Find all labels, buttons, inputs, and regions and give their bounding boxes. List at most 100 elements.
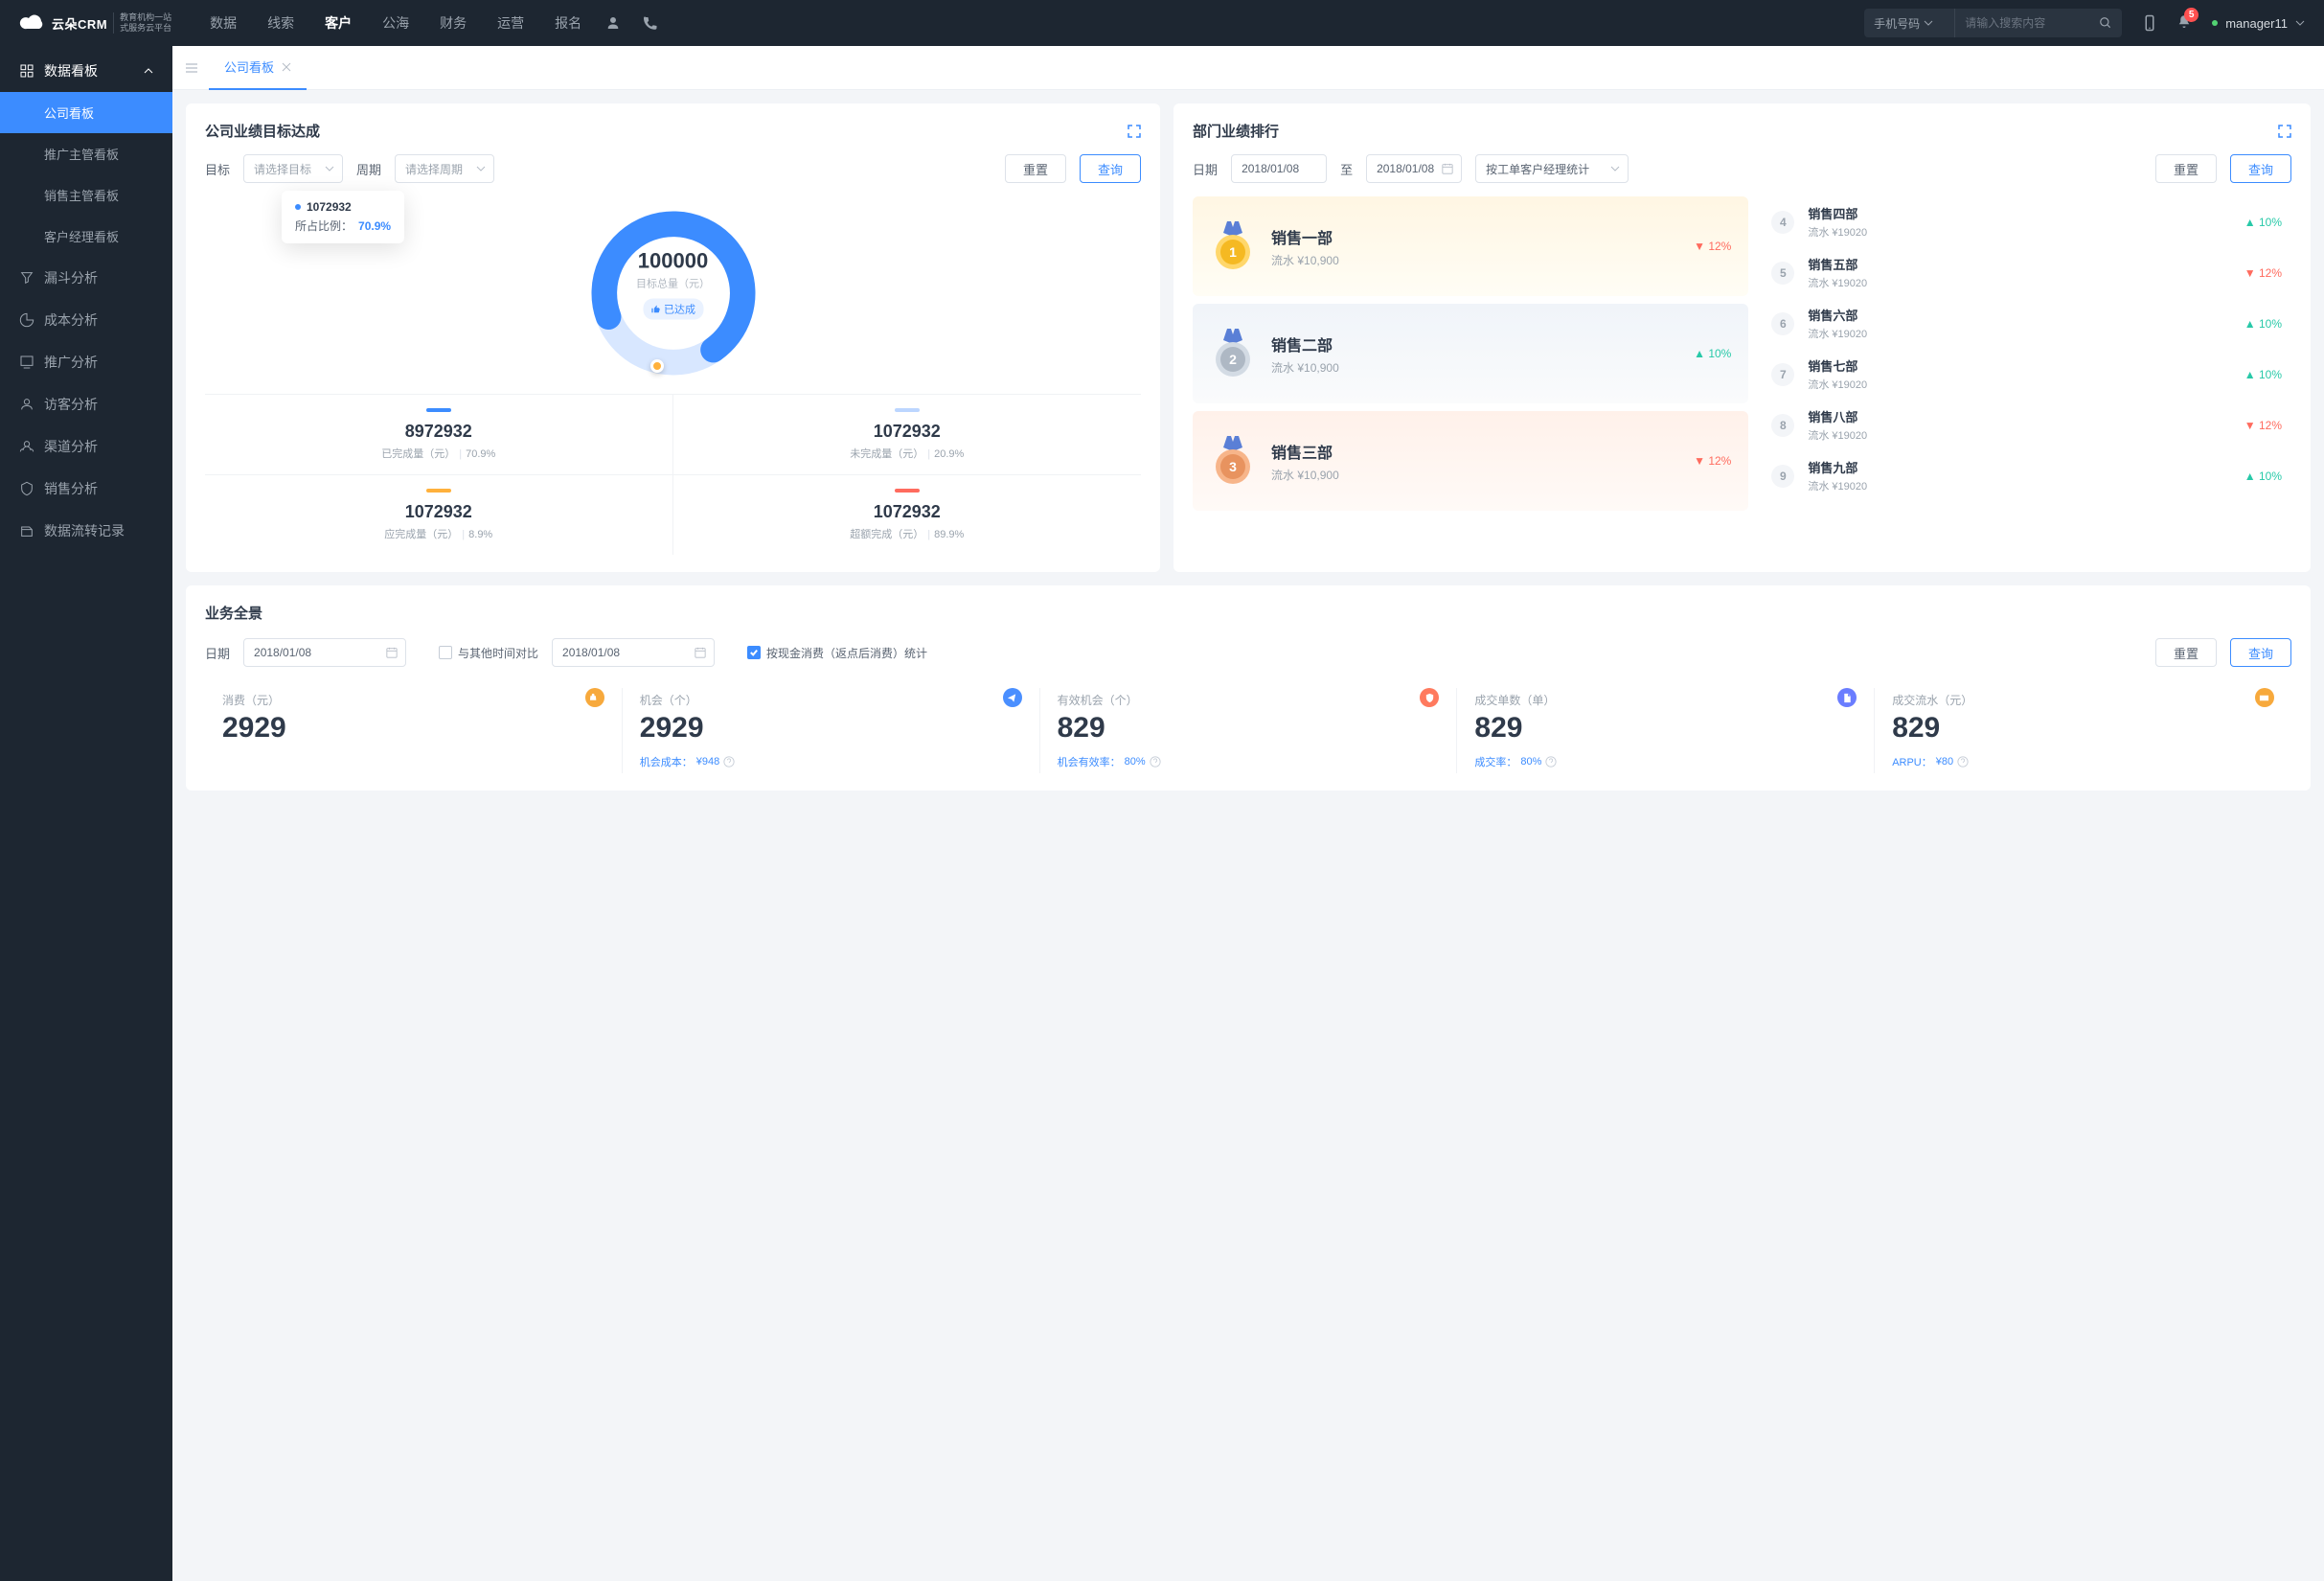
search-input[interactable] xyxy=(1955,16,2089,30)
date-to-input[interactable]: 2018/01/08 xyxy=(1366,154,1462,183)
nav-item-5[interactable]: 运营 xyxy=(497,13,524,33)
svg-text:3: 3 xyxy=(1229,459,1237,474)
nav-item-3[interactable]: 公海 xyxy=(382,13,409,33)
calendar-icon xyxy=(695,647,706,658)
cash-checkbox-group[interactable]: 按现金消费（返点后消费）统计 xyxy=(747,645,927,661)
cloud-icon xyxy=(19,11,46,34)
sidebar-icon xyxy=(19,397,34,412)
chevron-down-icon xyxy=(2295,18,2305,28)
sidebar-item-3[interactable]: 访客分析 xyxy=(0,383,172,425)
bag-icon xyxy=(585,688,604,707)
check-icon xyxy=(750,649,758,656)
rank-row[interactable]: 6销售六部流水 ¥19020▲ 10% xyxy=(1762,298,2291,349)
search-button[interactable] xyxy=(2089,9,2122,37)
user-name: manager11 xyxy=(2225,16,2288,31)
sidebar-sub-2[interactable]: 销售主管看板 xyxy=(0,174,172,216)
rank-row[interactable]: 9销售九部流水 ¥19020▲ 10% xyxy=(1762,450,2291,501)
content: 公司看板 公司业绩目标达成 目标 请选择目标 周期 请选择周期 xyxy=(172,46,2324,1581)
close-icon[interactable] xyxy=(282,62,291,72)
select-groupby[interactable]: 按工单客户经理统计 xyxy=(1475,154,1629,183)
medal-icon: 1 xyxy=(1210,219,1256,273)
sidebar-icon xyxy=(19,355,34,370)
sidebar-sub-0[interactable]: 公司看板 xyxy=(0,92,172,133)
help-icon[interactable] xyxy=(1957,756,1969,768)
expand-icon[interactable] xyxy=(2278,125,2291,138)
top-nav: 云朵CRM 教育机构一站 式服务云平台 数据线索客户公海财务运营报名 手机号码 … xyxy=(0,0,2324,46)
sidebar-icon xyxy=(19,312,34,328)
rank-row[interactable]: 7销售七部流水 ¥19020▲ 10% xyxy=(1762,349,2291,400)
kpi-card: 成交流水（元） 829ARPU：¥80 xyxy=(1875,688,2291,773)
sidebar-icon xyxy=(19,439,34,454)
podium-2[interactable]: 2 销售二部流水 ¥10,900 ▲ 10% xyxy=(1193,304,1748,403)
sidebar-item-1[interactable]: 成本分析 xyxy=(0,299,172,341)
sidebar-sub-3[interactable]: 客户经理看板 xyxy=(0,216,172,257)
stat-cell: 1072932应完成量（元）|8.9% xyxy=(205,474,673,555)
kpi-card: 成交单数（单） 829成交率：80% xyxy=(1457,688,1875,773)
phone-icon[interactable] xyxy=(641,14,658,32)
donut-status-badge: 已达成 xyxy=(643,299,703,320)
select-period[interactable]: 请选择周期 xyxy=(395,154,494,183)
help-icon[interactable] xyxy=(1150,756,1161,768)
label-date: 日期 xyxy=(1193,160,1218,178)
donut-total: 100000 xyxy=(636,249,710,274)
compare-checkbox-group[interactable]: 与其他时间对比 xyxy=(439,645,538,661)
chevron-down-icon xyxy=(1610,164,1620,173)
logo[interactable]: 云朵CRM 教育机构一站 式服务云平台 xyxy=(19,11,171,34)
sidebar-item-0[interactable]: 漏斗分析 xyxy=(0,257,172,299)
reset-button[interactable]: 重置 xyxy=(2155,638,2217,667)
nav-item-2[interactable]: 客户 xyxy=(325,13,352,33)
nav-item-0[interactable]: 数据 xyxy=(210,13,237,33)
stat-cell: 8972932已完成量（元）|70.9% xyxy=(205,394,673,474)
user-menu[interactable]: manager11 xyxy=(2212,16,2305,31)
podium-3[interactable]: 3 销售三部流水 ¥10,900 ▼ 12% xyxy=(1193,411,1748,511)
nav-item-4[interactable]: 财务 xyxy=(440,13,467,33)
chevron-down-icon xyxy=(1924,18,1933,28)
podium-1[interactable]: 1 销售一部流水 ¥10,900 ▼ 12% xyxy=(1193,196,1748,296)
date-input-2[interactable]: 2018/01/08 xyxy=(552,638,715,667)
sidebar-item-6[interactable]: 数据流转记录 xyxy=(0,510,172,552)
device-icon[interactable] xyxy=(2141,14,2158,32)
nav-item-1[interactable]: 线索 xyxy=(267,13,294,33)
help-icon[interactable] xyxy=(723,756,735,768)
sidebar-item-4[interactable]: 渠道分析 xyxy=(0,425,172,468)
medal-icon: 2 xyxy=(1210,327,1256,380)
send-icon xyxy=(1003,688,1022,707)
sidebar-head-dashboard[interactable]: 数据看板 xyxy=(0,50,172,92)
rank-row[interactable]: 4销售四部流水 ¥19020▲ 10% xyxy=(1762,196,2291,247)
notifications[interactable]: 5 xyxy=(2176,13,2193,34)
kpi-card: 消费（元） 2929 xyxy=(205,688,623,773)
rank-row[interactable]: 8销售八部流水 ¥19020▼ 12% xyxy=(1762,400,2291,450)
reset-button[interactable]: 重置 xyxy=(1005,154,1066,183)
chevron-up-icon xyxy=(144,66,153,76)
nav-menu: 数据 线索 客户 公海 财务 运营 报名 xyxy=(210,13,581,33)
sidebar-icon xyxy=(19,481,34,496)
sidebar-item-2[interactable]: 推广分析 xyxy=(0,341,172,383)
rank-row[interactable]: 5销售五部流水 ¥19020▼ 12% xyxy=(1762,247,2291,298)
date-from-input[interactable]: 2018/01/08 xyxy=(1231,154,1327,183)
date-input-1[interactable]: 2018/01/08 xyxy=(243,638,406,667)
query-button[interactable]: 查询 xyxy=(2230,154,2291,183)
search-type-select[interactable]: 手机号码 xyxy=(1864,9,1955,37)
sidebar-sub-1[interactable]: 推广主管看板 xyxy=(0,133,172,174)
tab-company-board[interactable]: 公司看板 xyxy=(209,46,307,90)
menu-icon[interactable] xyxy=(184,60,199,76)
user-icon[interactable] xyxy=(604,14,622,32)
sidebar: 数据看板 公司看板推广主管看板销售主管看板客户经理看板 漏斗分析成本分析推广分析… xyxy=(0,46,172,1581)
checkbox-cash[interactable] xyxy=(747,646,761,659)
query-button[interactable]: 查询 xyxy=(2230,638,2291,667)
stat-cell: 1072932未完成量（元）|20.9% xyxy=(673,394,1142,474)
expand-icon[interactable] xyxy=(1128,125,1141,138)
sidebar-item-5[interactable]: 销售分析 xyxy=(0,468,172,510)
kpi-card: 机会（个） 2929机会成本：¥948 xyxy=(623,688,1040,773)
select-target[interactable]: 请选择目标 xyxy=(243,154,343,183)
tabbar: 公司看板 xyxy=(172,46,2324,90)
svg-text:1: 1 xyxy=(1229,244,1237,260)
search-type-label: 手机号码 xyxy=(1874,15,1920,32)
help-icon[interactable] xyxy=(1545,756,1557,768)
checkbox-compare[interactable] xyxy=(439,646,452,659)
reset-button[interactable]: 重置 xyxy=(2155,154,2217,183)
donut-chart: 100000 目标总量（元） 已达成 1072932 所占比例：70.9% xyxy=(205,183,1141,394)
sidebar-head-label: 数据看板 xyxy=(44,61,98,80)
nav-item-6[interactable]: 报名 xyxy=(555,13,581,33)
query-button[interactable]: 查询 xyxy=(1080,154,1141,183)
